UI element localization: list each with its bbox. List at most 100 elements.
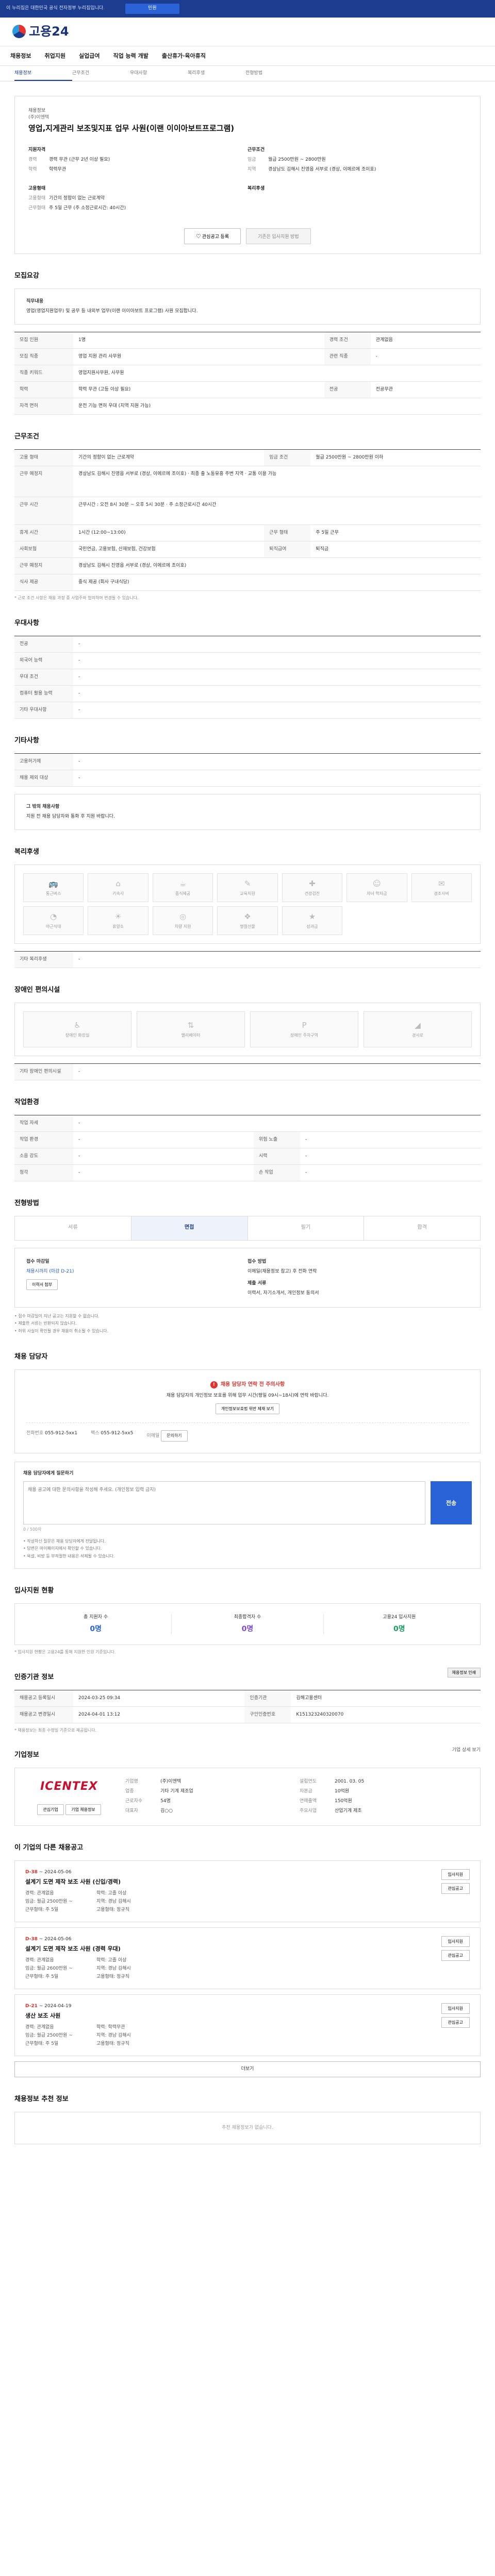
company-logo: ICENTEX — [40, 1780, 98, 1793]
info-section-title: 인증기관 정보 — [14, 1673, 54, 1681]
mail-button[interactable]: 문의하기 — [161, 1430, 188, 1442]
conditions-table: 고용 형태 기간의 정함이 없는 근로계약 임금 조건 월급 2500만원 ~ 280… — [14, 449, 481, 591]
row-key: 자격 면허 — [14, 398, 73, 415]
row-value: 운전 기능 면허 우대 (지역 지원 가능) — [73, 398, 481, 415]
row-key: 근무 시간 — [14, 497, 73, 526]
kv-value: 경력 무관 (근무 2년 이상 필요) — [49, 157, 110, 162]
warning-text: 채용 담당자 연락 전 주의사항 — [220, 1381, 285, 1387]
apply-button[interactable]: 입사지원 — [441, 2003, 470, 2014]
job-meta: 근무형태: 주 5일 — [25, 2041, 59, 2047]
mail-label: 이메일 — [146, 1433, 160, 1439]
field-key: 연매출액 — [300, 1798, 317, 1804]
row-value: - — [73, 685, 481, 703]
row-value: - — [73, 669, 481, 686]
company-more-link[interactable]: 기업 상세 보기 — [452, 1747, 481, 1754]
welfare-label: 성과급 — [306, 924, 318, 929]
recommend-empty: 추천 채용정보가 없습니다. — [14, 2112, 481, 2145]
tab-welfare[interactable]: 복리후생 — [188, 70, 245, 77]
job-meta: 고용형태: 정규직 — [96, 2041, 129, 2047]
welfare-section-title: 복리후생 — [14, 848, 39, 856]
tab-process[interactable]: 전형방법 — [245, 70, 303, 77]
page: 이 누리집은 대한민국 공식 전자정부 누리집입니다. 민원 고용24 채용정보… — [0, 0, 495, 2165]
stat-applicants: 총 지원자 수 0명 — [20, 1614, 172, 1635]
step-written: 필기 — [248, 1216, 365, 1240]
job-card-title[interactable]: 설계기 도면 제작 보조 사원 (신입/경력) — [25, 1878, 174, 1886]
tab-preferences[interactable]: 우대사항 — [130, 70, 188, 77]
print-button[interactable]: 채용정보 인쇄 — [447, 1667, 481, 1677]
table-row: 자격 면허 운전 기능 면허 우대 (지역 지원 가능) — [14, 398, 481, 415]
row-key: 사회보험 — [14, 541, 73, 558]
job-meta: 근무형태: 주 5일 — [25, 1907, 59, 1912]
tab-conditions[interactable]: 근무조건 — [72, 70, 130, 77]
job-card-title[interactable]: 생산 보조 사원 — [25, 2012, 174, 2020]
welfare-item: ★ 성과급 — [282, 906, 343, 935]
field-key: 업종 — [125, 1789, 134, 1794]
work-table: 작업 자세 - 작업 환경 - 위험 노출 - 소음 강도 - 시력 - 청각 - 손 작업 - — [14, 1114, 481, 1181]
list-item: • 제출한 서류는 반환되지 않습니다. — [14, 1321, 77, 1326]
facility-label: 엘리베이터 — [181, 1032, 201, 1038]
etc-section-title: 기타사항 — [14, 737, 39, 745]
bookmark-button[interactable]: 관심공고 — [441, 2017, 470, 2028]
civil-service-button[interactable]: 민원 — [125, 4, 179, 14]
row-value: - — [300, 1131, 481, 1148]
row-key: 고용 형태 — [14, 449, 73, 467]
list-item[interactable]: D-38 ~ 2024-05-06 설계기 도면 제작 보조 사원 (경력 우대… — [14, 1927, 481, 1990]
process-section-title: 전형방법 — [14, 1199, 39, 1207]
documents-heading: 제출 서류 — [248, 1280, 267, 1286]
list-item[interactable]: D-38 ~ 2024-05-06 설계기 도면 제작 보조 사원 (신입/경력… — [14, 1860, 481, 1922]
meal-icon: ☕ — [179, 879, 187, 889]
nav-item-training[interactable]: 직업 능력 개발 — [113, 52, 148, 60]
resume-attach-button[interactable]: 이력서 첨부 — [26, 1279, 58, 1290]
apply-button[interactable]: 입사지원 — [441, 1869, 470, 1880]
restroom-icon: ♿ — [74, 1021, 81, 1030]
field-value: (주)이엔텍 — [160, 1779, 182, 1785]
nav-item-unemployment[interactable]: 실업급여 — [79, 52, 100, 60]
more-jobs-button[interactable]: 더보기 — [14, 2061, 481, 2078]
tab-recruit[interactable]: 채용정보 — [14, 70, 72, 81]
welfare-item: ☺ 자녀 학자금 — [346, 873, 407, 902]
table-row: 모집 직종 영업 지원 관리 사무원 관련 직종 - — [14, 348, 481, 366]
job-meta: 학력: 학력무관 — [96, 2025, 125, 2030]
question-box: 채용 담당자에게 질문하기 전송 0 / 500자 • 작성하신 질문은 채용 … — [14, 1462, 481, 1569]
row-value: 중식 제공 (회사 구내식당) — [73, 574, 481, 591]
privacy-law-button[interactable]: 개인정보보호법 위반 제재 보기 — [215, 1403, 280, 1415]
note-text: 접수 마감일이 지난 공고는 지원할 수 없습니다. — [18, 1313, 100, 1318]
kv-key: 지역 — [248, 166, 256, 172]
list-item[interactable]: D-21 ~ 2024-04-19 생산 보조 사원 경력: 관계없음 학력: 학… — [14, 1994, 481, 2057]
job-meta: 고용형태: 정규직 — [96, 1974, 129, 1979]
bookmark-button[interactable]: 관심공고 — [441, 1883, 470, 1894]
field-key: 설립연도 — [300, 1779, 317, 1785]
field-value: 기타 기계 제조업 — [160, 1789, 193, 1794]
contact-desc: 채용 담당자의 개인정보 보호를 위해 업무 시간(평일 09시~18시)에 연… — [166, 1393, 329, 1399]
row-value: 1명 — [73, 332, 324, 349]
company-jobs-button[interactable]: 기업 채용정보 — [65, 1804, 101, 1815]
facility-item: ◢ 경사로 — [364, 1011, 472, 1047]
bookmark-button[interactable]: 관심공고 — [441, 1950, 470, 1961]
job-card-title[interactable]: 설계기 도면 제작 보조 사원 (경력 우대) — [25, 1945, 174, 1953]
kv-key: 경력 — [28, 157, 37, 162]
table-row: 외국어 능력 - — [14, 652, 481, 669]
interest-button[interactable]: ♡ 관심공고 등록 — [184, 228, 241, 245]
field-key: 기업명 — [125, 1779, 138, 1785]
send-button[interactable]: 전송 — [431, 1481, 472, 1525]
question-input[interactable] — [23, 1481, 425, 1525]
apply-method-button[interactable]: 기존은 입사지원 방법 — [246, 228, 311, 245]
site-logo[interactable]: 고용24 — [12, 23, 69, 41]
question-heading: 채용 담당자에게 질문하기 — [23, 1471, 74, 1477]
resort-icon: ☀ — [114, 912, 122, 922]
nav-item-support[interactable]: 취업지원 — [44, 52, 65, 60]
stats-note: * 입사지원 현황은 고용24를 통해 지원한 인원 기준입니다. — [14, 1650, 116, 1655]
apply-button[interactable]: 입사지원 — [441, 1936, 470, 1947]
contact-warning: ! 채용 담당자 연락 전 주의사항 — [210, 1381, 285, 1389]
nav-item-leave[interactable]: 출산휴가·육아휴직 — [162, 52, 206, 60]
documents-value: 이력서, 자기소개서, 개인정보 동의서 — [248, 1290, 319, 1296]
welfare-item: ⌂ 기숙사 — [88, 873, 148, 902]
warning-icon: ! — [210, 1381, 218, 1389]
row-value: 전공무관 — [370, 381, 481, 399]
table-row: 사회보험 국민연금, 고용보험, 산재보험, 건강보험 퇴직급여 퇴직금 — [14, 541, 481, 558]
interest-company-button[interactable]: 관심기업 — [37, 1804, 64, 1815]
row-value: 월급 2500만원 ~ 2800만원 이하 — [310, 449, 481, 467]
fax-label: 팩스 — [90, 1431, 100, 1436]
fax-value: 055-912-5xx5 — [101, 1431, 134, 1436]
nav-item-jobs[interactable]: 채용정보 — [10, 52, 31, 60]
